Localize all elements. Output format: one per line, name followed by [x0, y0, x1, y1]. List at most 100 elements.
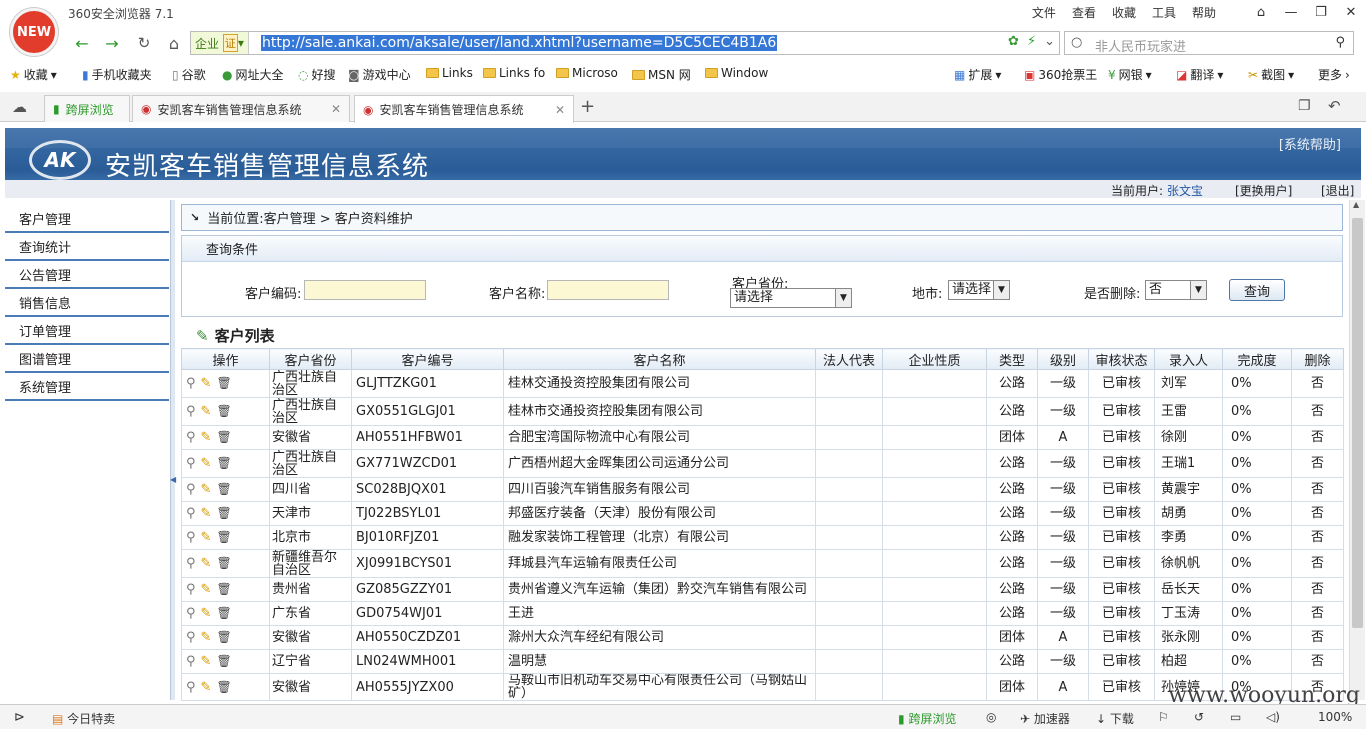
collapse-arrow-icon[interactable]: ◀	[170, 475, 176, 484]
security-icon[interactable]: ✿	[1008, 34, 1019, 49]
delete-icon[interactable]: 🗑	[216, 457, 231, 470]
delete-icon[interactable]: 🗑	[216, 655, 231, 668]
bookmark-windows[interactable]: Window	[705, 66, 768, 80]
edit-icon[interactable]: ✎	[201, 483, 212, 496]
menu-customer[interactable]: 客户管理	[5, 205, 169, 233]
deleted-select[interactable]: 否 ▼	[1145, 280, 1207, 300]
status-download[interactable]: ↓ 下载	[1096, 710, 1134, 727]
query-button[interactable]: 查询	[1229, 279, 1285, 301]
bookmark-microsoft[interactable]: Microso	[556, 66, 618, 80]
minimize-icon[interactable]: —	[1276, 0, 1306, 24]
edit-icon[interactable]: ✎	[201, 681, 212, 694]
scrollbar-thumb[interactable]	[1352, 218, 1363, 628]
status-window-icon[interactable]: ▭	[1230, 710, 1241, 724]
status-accelerator[interactable]: ✈ 加速器	[1020, 710, 1070, 727]
ext-ticket[interactable]: ▣ 360抢票王	[1024, 66, 1097, 83]
back-icon[interactable]: ←	[70, 32, 94, 54]
delete-icon[interactable]: 🗑	[216, 431, 231, 444]
view-icon[interactable]: ⚲	[186, 655, 196, 668]
edit-icon[interactable]: ✎	[201, 531, 212, 544]
forward-icon[interactable]: →	[100, 32, 124, 54]
tab-list-icon[interactable]: ❐	[1298, 98, 1311, 114]
ext-bank[interactable]: ¥ 网银 ▾	[1108, 66, 1152, 83]
delete-icon[interactable]: 🗑	[216, 377, 231, 390]
daily-deals[interactable]: ▤ 今日特卖	[52, 710, 115, 727]
vertical-scrollbar[interactable]: ▲	[1349, 200, 1365, 700]
view-icon[interactable]: ⚲	[186, 483, 196, 496]
edit-icon[interactable]: ✎	[201, 607, 212, 620]
menu-query-stats[interactable]: 查询统计	[5, 233, 169, 261]
status-view-icon[interactable]: ⚐	[1158, 710, 1169, 724]
restore-icon[interactable]: ❐	[1306, 0, 1336, 24]
menu-view[interactable]: 查看	[1072, 4, 1096, 21]
view-icon[interactable]: ⚲	[186, 431, 196, 444]
view-icon[interactable]: ⚲	[186, 557, 196, 570]
bookmark-games[interactable]: ◙ 游戏中心	[348, 66, 411, 83]
menu-favorites[interactable]: 收藏	[1112, 4, 1136, 21]
edit-icon[interactable]: ✎	[201, 631, 212, 644]
delete-icon[interactable]: 🗑	[216, 631, 231, 644]
cloud-icon[interactable]: ☁	[12, 98, 27, 116]
tab-ankai-1[interactable]: ◉ 安凯客车销售管理信息系统 ✕	[132, 95, 350, 122]
delete-icon[interactable]: 🗑	[216, 483, 231, 496]
search-input[interactable]: 非人民币玩家进	[1095, 36, 1186, 55]
delete-icon[interactable]: 🗑	[216, 531, 231, 544]
logout-link[interactable]: [退出]	[1321, 182, 1354, 199]
bookmark-links[interactable]: Links	[426, 66, 473, 80]
browser-logo[interactable]: NEW	[10, 8, 58, 56]
menu-catalog[interactable]: 图谱管理	[5, 345, 169, 373]
menu-help[interactable]: 帮助	[1192, 4, 1216, 21]
view-icon[interactable]: ⚲	[186, 405, 196, 418]
tab-cross-screen[interactable]: ▮ 跨屏浏览	[44, 95, 130, 122]
menu-file[interactable]: 文件	[1032, 4, 1056, 21]
home-icon[interactable]: ⌂	[162, 32, 186, 54]
view-icon[interactable]: ⚲	[186, 457, 196, 470]
refresh-icon[interactable]: ↻	[132, 32, 156, 54]
ext-more[interactable]: 更多 ›	[1318, 66, 1350, 83]
view-icon[interactable]: ⚲	[186, 583, 196, 596]
panel-splitter[interactable]: ◀	[170, 200, 176, 700]
customer-name-input[interactable]	[547, 280, 669, 300]
status-cross-screen[interactable]: ▮ 跨屏浏览	[898, 710, 956, 727]
system-help-link[interactable]: [系统帮助]	[1279, 134, 1341, 153]
tab-ankai-2[interactable]: ◉ 安凯客车销售管理信息系统 ✕	[354, 95, 574, 123]
corp-badge[interactable]: 企业 证 ▾	[191, 32, 249, 54]
speed-icon[interactable]: ⚡	[1027, 34, 1036, 49]
edit-icon[interactable]: ✎	[201, 457, 212, 470]
scroll-up-icon[interactable]: ▲	[1353, 200, 1359, 209]
menu-system[interactable]: 系统管理	[5, 373, 169, 401]
edit-icon[interactable]: ✎	[201, 431, 212, 444]
menu-orders[interactable]: 订单管理	[5, 317, 169, 345]
bookmark-links-fo[interactable]: Links fo	[483, 66, 545, 80]
url-text[interactable]: http://sale.ankai.com/aksale/user/land.x…	[261, 35, 778, 51]
city-select[interactable]: 请选择 ▼	[948, 280, 1010, 300]
delete-icon[interactable]: 🗑	[216, 583, 231, 596]
bookmark-favorites[interactable]: ★ 收藏 ▾	[10, 66, 57, 83]
zoom-level[interactable]: 100%	[1318, 710, 1352, 724]
ext-screenshot[interactable]: ✂ 截图 ▾	[1248, 66, 1294, 83]
ext-extensions[interactable]: ▦ 扩展 ▾	[954, 66, 1001, 83]
chevron-down-icon[interactable]: ⌄	[1044, 34, 1055, 49]
bookmark-mobile[interactable]: ▮ 手机收藏夹	[82, 66, 152, 83]
skin-icon[interactable]: ⌂	[1246, 0, 1276, 24]
ext-translate[interactable]: ◪ 翻译 ▾	[1176, 66, 1223, 83]
search-icon[interactable]: ⚲	[1335, 35, 1345, 50]
new-tab-icon[interactable]: +	[580, 96, 595, 117]
volume-icon[interactable]: ◁)	[1266, 710, 1280, 724]
edit-icon[interactable]: ✎	[201, 507, 212, 520]
search-box[interactable]: ○ 非人民币玩家进 ⚲	[1064, 31, 1354, 55]
bookmark-msn[interactable]: MSN 网	[632, 66, 691, 83]
view-icon[interactable]: ⚲	[186, 377, 196, 390]
view-icon[interactable]: ⚲	[186, 631, 196, 644]
customer-code-input[interactable]	[304, 280, 426, 300]
close-tab-icon[interactable]: ✕	[331, 102, 341, 116]
view-icon[interactable]: ⚲	[186, 507, 196, 520]
delete-icon[interactable]: 🗑	[216, 405, 231, 418]
menu-announcement[interactable]: 公告管理	[5, 261, 169, 289]
province-select[interactable]: 请选择 ▼	[730, 288, 852, 308]
edit-icon[interactable]: ✎	[201, 655, 212, 668]
menu-tools[interactable]: 工具	[1152, 4, 1176, 21]
edit-icon[interactable]: ✎	[201, 377, 212, 390]
edit-icon[interactable]: ✎	[201, 583, 212, 596]
menu-sales-info[interactable]: 销售信息	[5, 289, 169, 317]
